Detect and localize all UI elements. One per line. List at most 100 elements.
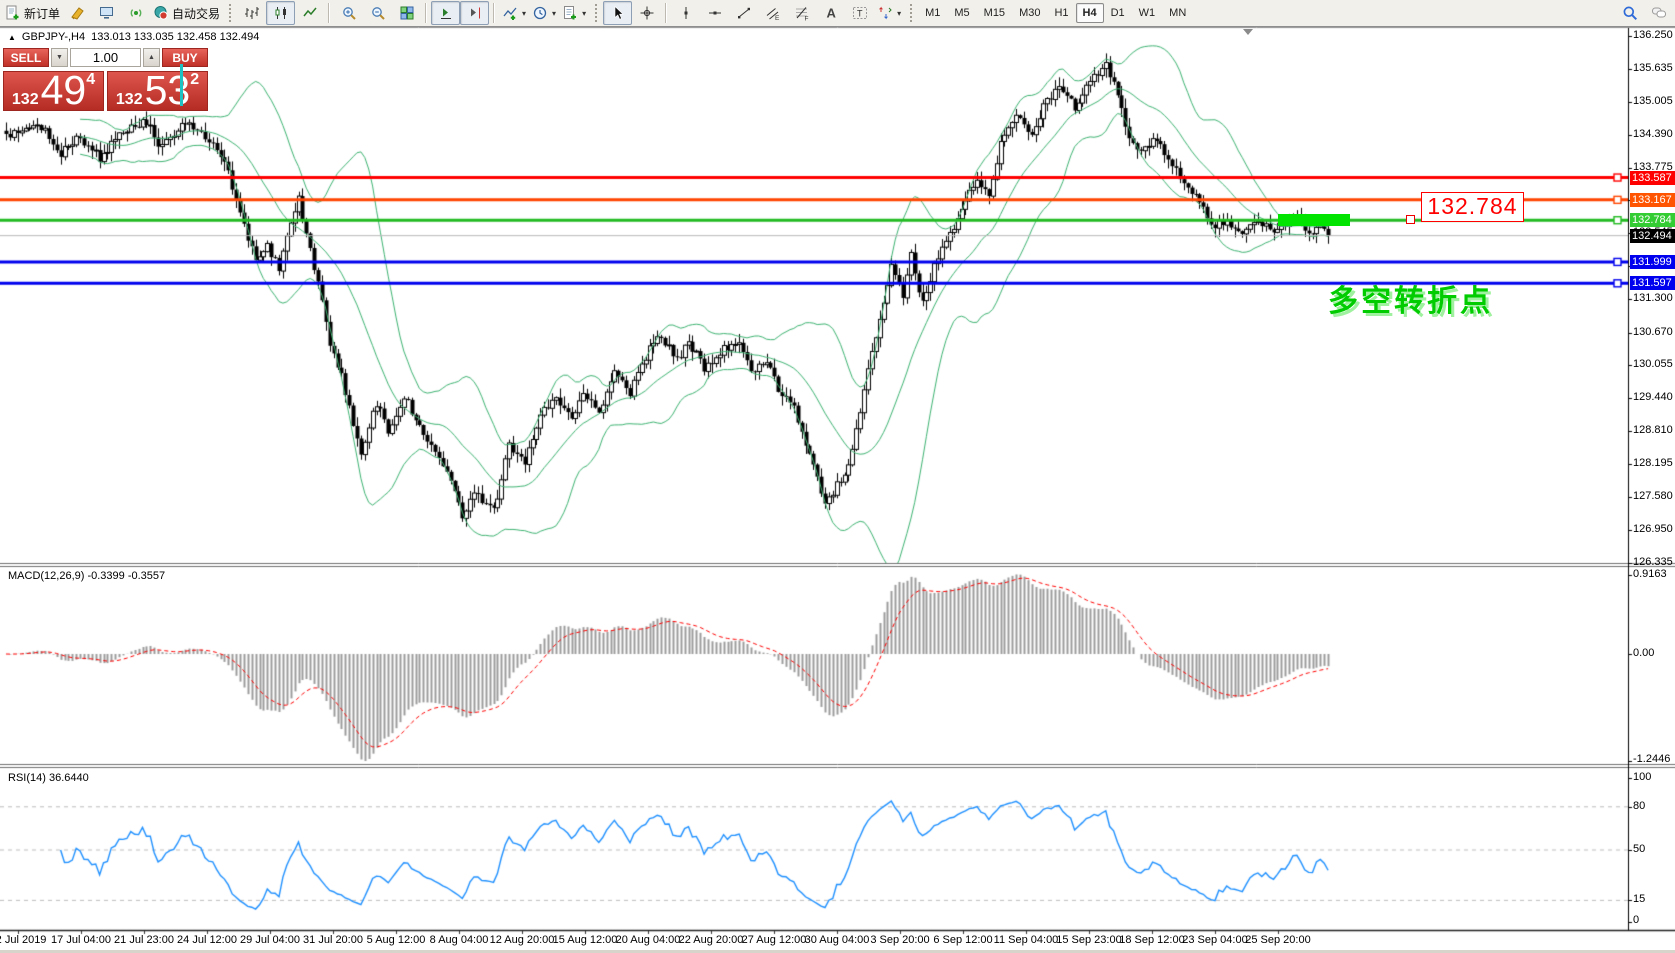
toolbar-button-text-label[interactable]: T [845, 1, 874, 25]
price-callout-box[interactable]: 132.784 [1421, 192, 1524, 222]
oneclick-toggle-icon[interactable]: ▲ [8, 33, 16, 42]
toolbar-button-indicators[interactable]: ▾ [499, 1, 529, 25]
timeframe-button-D1[interactable]: D1 [1104, 3, 1132, 23]
timeframe-button-H1[interactable]: H1 [1047, 3, 1075, 23]
buy-price-sup: 2 [190, 71, 199, 89]
chevron-down-icon: ▾ [552, 9, 556, 18]
search-icon [1622, 5, 1638, 21]
toolbar-button-equidistant-channel[interactable]: E [758, 1, 787, 25]
toolbar-button-horizontal-line[interactable] [700, 1, 729, 25]
toolbar-separator [594, 3, 598, 23]
timeframe-button-M1[interactable]: M1 [918, 3, 947, 23]
toolbar-button-chart-shift[interactable] [460, 1, 489, 25]
time-axis-label: 25 Sep 20:00 [1238, 934, 1318, 946]
toolbar-separator [328, 3, 330, 23]
timeframe-button-H4[interactable]: H4 [1076, 3, 1104, 23]
price-tick-label: 131.300 [1633, 292, 1673, 304]
timeframe-button-M30[interactable]: M30 [1012, 3, 1047, 23]
toolbar-button-cursor[interactable] [603, 1, 632, 25]
cursor-icon [610, 5, 626, 21]
chart-canvas[interactable] [0, 0, 1675, 953]
toolbar-button-styler[interactable] [63, 1, 92, 25]
terminal-icon [99, 5, 115, 21]
timeframe-button-W1[interactable]: W1 [1132, 3, 1163, 23]
toolbar-button-tile-windows[interactable] [392, 1, 421, 25]
timeframe-button-M5[interactable]: M5 [947, 3, 976, 23]
vertical-line-object[interactable] [180, 64, 183, 106]
search-button[interactable] [1615, 1, 1644, 25]
toolbar-separator [228, 3, 232, 23]
highlight-rect[interactable] [1278, 214, 1350, 226]
toolbar-button-zoom-in[interactable] [334, 1, 363, 25]
rsi-panel-splitter[interactable] [0, 761, 1675, 769]
sell-price-panel[interactable]: 132 49 4 [3, 71, 104, 111]
price-level-badge: 132.784 [1630, 213, 1675, 227]
autotrade-icon [153, 5, 169, 21]
rsi-tick-label: 50 [1633, 843, 1645, 855]
toolbar-button-vertical-line[interactable] [671, 1, 700, 25]
chevron-down-icon: ▾ [522, 9, 526, 18]
toolbar-button-auto-scroll[interactable] [431, 1, 460, 25]
macd-tick-label: 0.9163 [1633, 568, 1667, 580]
buy-button[interactable]: BUY [162, 48, 208, 67]
price-tick-label: 129.440 [1633, 391, 1673, 403]
toolbar-separator [909, 3, 913, 23]
chart-shift-icon [467, 5, 483, 21]
sell-price-prefix: 132 [12, 93, 39, 107]
toolbar-button-arrows[interactable]: ▾ [874, 1, 904, 25]
price-tick-label: 134.390 [1633, 128, 1673, 140]
sell-button[interactable]: SELL [3, 48, 49, 67]
toolbar-button-trendline[interactable] [729, 1, 758, 25]
chart-annotation-text[interactable]: 多空转折点 [1328, 276, 1493, 320]
price-tick-label: 130.670 [1633, 326, 1673, 338]
toolbar-button-terminal[interactable] [92, 1, 121, 25]
arrows-icon [877, 5, 893, 21]
buy-price-prefix: 132 [116, 93, 143, 107]
chevron-down-icon: ▾ [897, 9, 901, 18]
timeframe-button-MN[interactable]: MN [1162, 3, 1193, 23]
macd-panel-splitter[interactable] [0, 560, 1675, 568]
price-tick-label: 126.950 [1633, 523, 1673, 535]
toolbar-button-line-chart[interactable] [295, 1, 324, 25]
volume-input[interactable]: 1.00 [70, 48, 141, 67]
symbol-info: ▲ GBPJPY-,H4 133.013 133.035 132.458 132… [8, 31, 259, 43]
buy-price-panel[interactable]: 132 53 2 [107, 71, 208, 111]
toolbar-separator [665, 3, 667, 23]
macd-indicator-label: MACD(12,26,9) -0.3399 -0.3557 [8, 570, 165, 582]
toolbar-separator [493, 3, 495, 23]
toolbar-button-fibonacci[interactable]: F [787, 1, 816, 25]
fibonacci-icon: F [794, 5, 810, 21]
volume-increase-button[interactable]: ▲ [143, 48, 160, 67]
toolbar-button-bar-chart[interactable] [237, 1, 266, 25]
price-tick-label: 136.250 [1633, 29, 1673, 41]
equidistant-channel-icon: E [765, 5, 781, 21]
new-order-label: 新订单 [24, 5, 60, 22]
toolbar-button-autotrade[interactable]: 自动交易 [150, 1, 223, 25]
price-level-badge: 133.167 [1630, 193, 1675, 207]
current-price-badge: 132.494 [1630, 229, 1675, 243]
price-tick-label: 135.005 [1633, 95, 1673, 107]
macd-tick-label: 0.00 [1633, 647, 1654, 659]
price-level-badge: 131.597 [1630, 276, 1675, 290]
toolbar-button-crosshair[interactable] [632, 1, 661, 25]
toolbar-button-templates[interactable]: ▾ [559, 1, 589, 25]
timeframe-button-M15[interactable]: M15 [977, 3, 1012, 23]
community-chat-button[interactable] [1644, 1, 1673, 25]
text-icon: A [823, 5, 839, 21]
svg-text:E: E [775, 15, 780, 21]
toolbar-button-zoom-out[interactable] [363, 1, 392, 25]
price-tick-label: 127.580 [1633, 490, 1673, 502]
toolbar-button-text[interactable]: A [816, 1, 845, 25]
toolbar-button-signals[interactable] [121, 1, 150, 25]
toolbar-button-periods[interactable]: ▾ [529, 1, 559, 25]
volume-decrease-button[interactable]: ▼ [51, 48, 68, 67]
price-level-badge: 131.999 [1630, 255, 1675, 269]
toolbar-button-new-order[interactable]: 新订单 [2, 1, 63, 25]
rsi-tick-label: 100 [1633, 771, 1651, 783]
price-tick-label: 128.195 [1633, 457, 1673, 469]
chart-shift-marker[interactable] [1243, 29, 1253, 35]
line-handle[interactable] [1406, 215, 1415, 224]
sell-price-big: 49 [41, 74, 87, 107]
text-label-icon: T [852, 5, 868, 21]
toolbar-button-candlestick-chart[interactable] [266, 1, 295, 25]
